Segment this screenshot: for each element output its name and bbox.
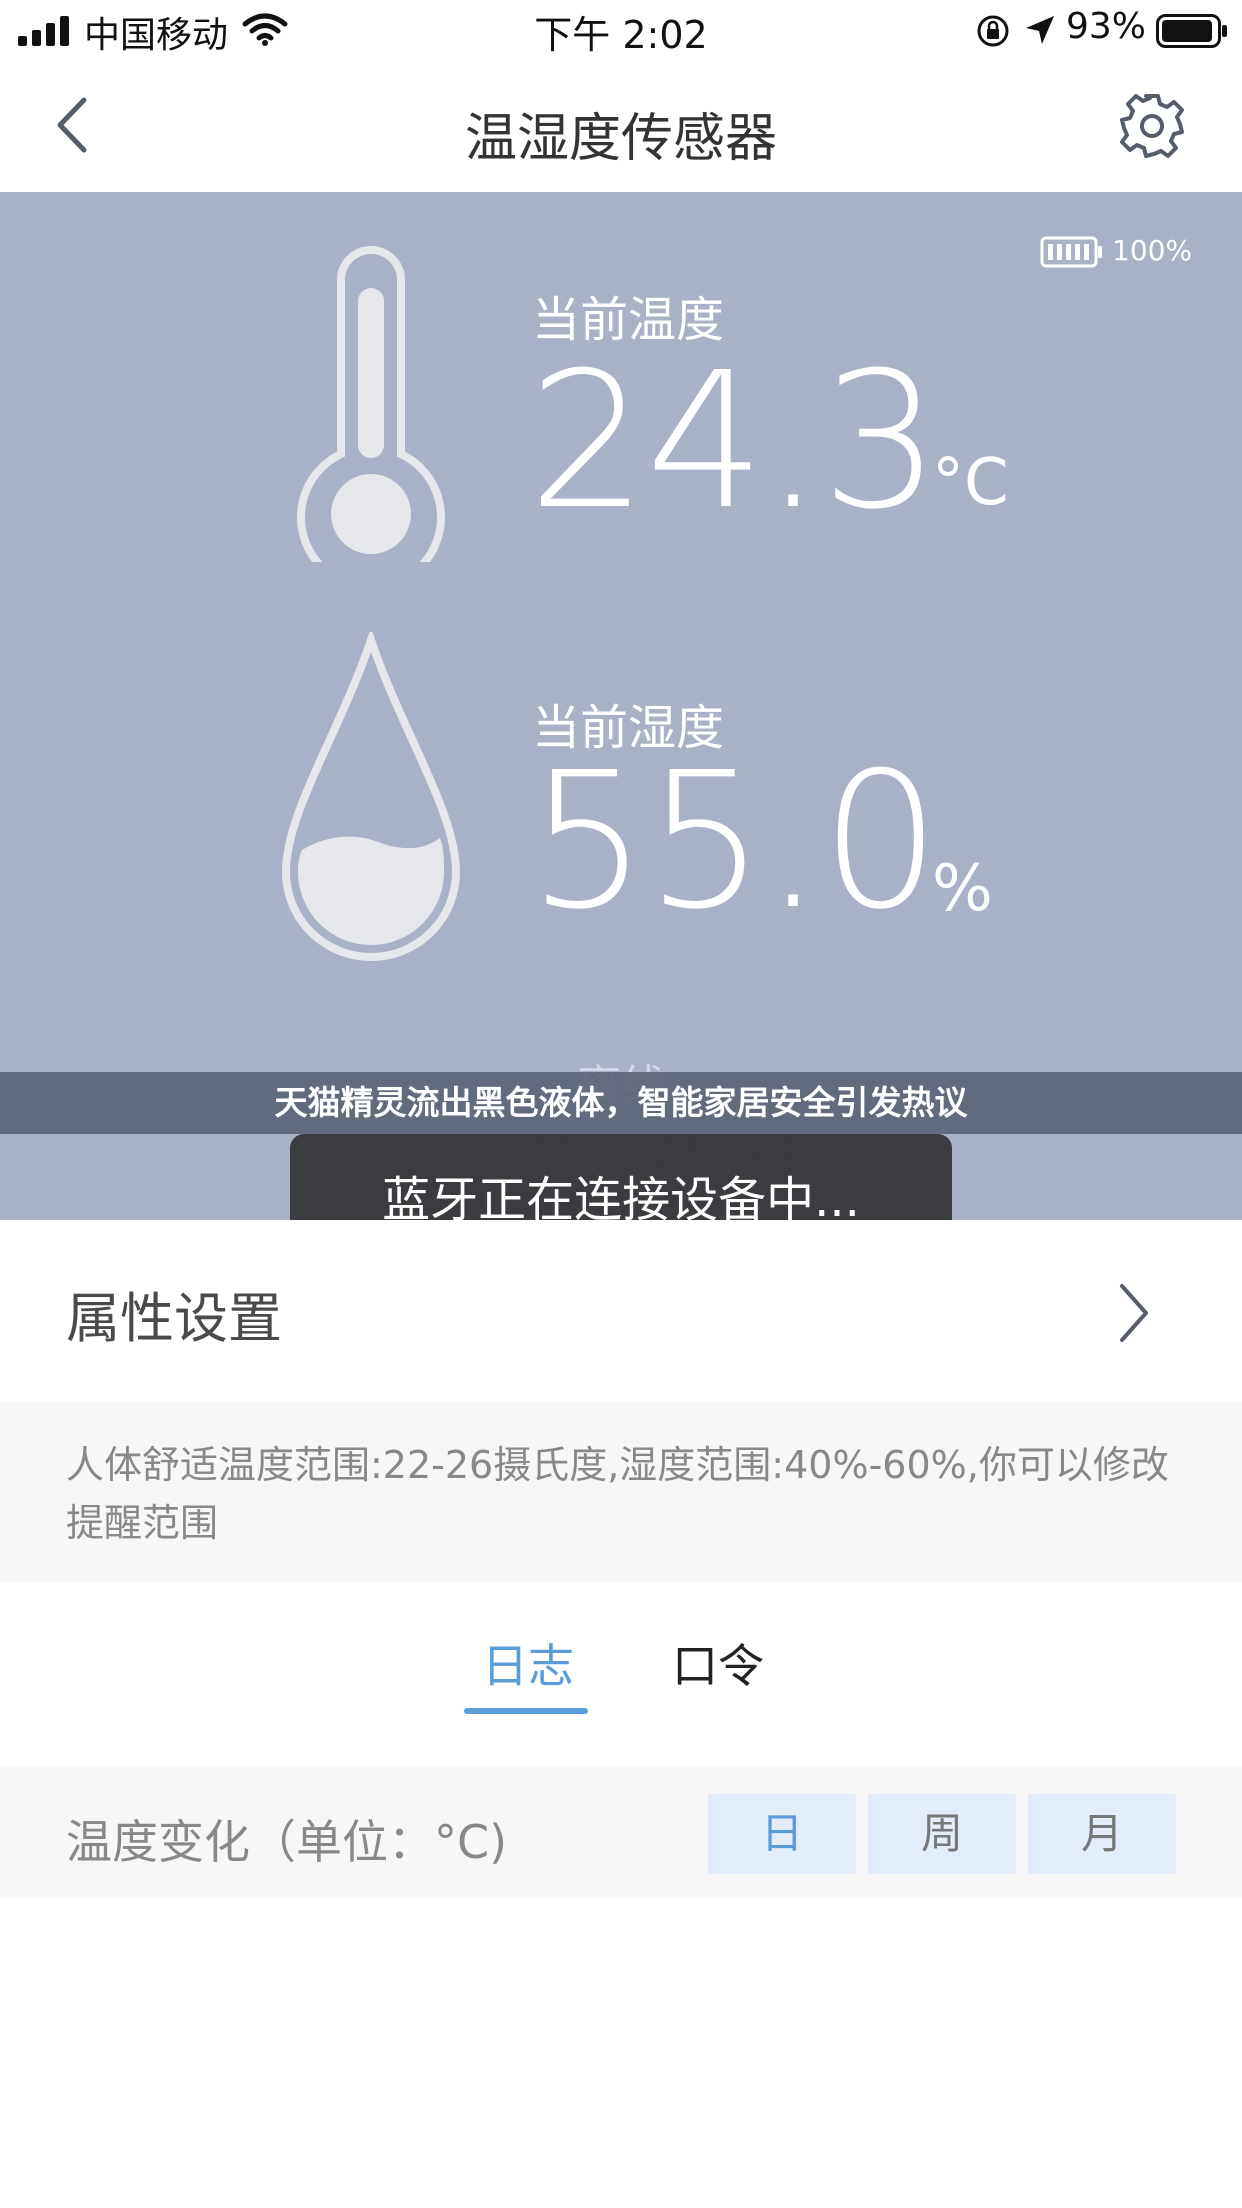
temperature-unit: °C: [932, 446, 1009, 520]
device-battery-icon: [1040, 236, 1102, 268]
attribute-settings-label: 属性设置: [66, 1287, 282, 1350]
orientation-lock-icon: [977, 15, 1009, 47]
thermometer-icon: [297, 246, 445, 562]
period-day-button[interactable]: 日: [708, 1794, 856, 1874]
active-tab-indicator: [464, 1708, 588, 1714]
location-icon: [1026, 16, 1054, 44]
chart-area: [0, 1898, 1242, 2208]
temperature-value: 24.3: [528, 332, 941, 551]
status-bar: 中国移动 下午 2:02 93%: [0, 0, 1242, 62]
gear-icon[interactable]: [1114, 88, 1190, 164]
tab-bar: 日志 口令: [0, 1582, 1242, 1766]
water-drop-icon: [281, 632, 461, 961]
humidity-value: 55.0: [528, 732, 941, 951]
device-battery-level: 100%: [1112, 234, 1193, 267]
attribute-settings-row[interactable]: 属性设置: [0, 1220, 1242, 1402]
page-title: 温湿度传感器: [464, 109, 777, 169]
period-month-button[interactable]: 月: [1028, 1794, 1176, 1874]
headline-text: 天猫精灵流出黑色液体，智能家居安全引发热议: [274, 1083, 968, 1122]
chart-title: 温度变化（单位：°C): [66, 1815, 508, 1869]
navigation-bar: 温湿度传感器: [0, 62, 1242, 192]
headline-banner: 天猫精灵流出黑色液体，智能家居安全引发热议: [0, 1072, 1242, 1134]
comfort-range-text: 人体舒适温度范围:22-26摄氏度,湿度范围:40%-60%,你可以修改提醒范围: [66, 1443, 1169, 1545]
battery-percentage: 93%: [1066, 6, 1147, 47]
battery-icon: [1156, 14, 1227, 48]
sensor-readout-panel: 100% 当前温度 24.3 °C 当前湿度 55.0 % 离线 2020-11…: [0, 192, 1242, 1220]
comfort-range-info: 人体舒适温度范围:22-26摄氏度,湿度范围:40%-60%,你可以修改提醒范围: [0, 1402, 1242, 1582]
humidity-unit: %: [932, 852, 993, 926]
chart-header: 温度变化（单位：°C) 日 周 月: [0, 1766, 1242, 1898]
period-week-button[interactable]: 周: [868, 1794, 1016, 1874]
tab-log[interactable]: 日志: [482, 1630, 574, 1696]
chevron-right-icon: [1120, 1284, 1148, 1342]
tab-command[interactable]: 口令: [672, 1630, 764, 1696]
